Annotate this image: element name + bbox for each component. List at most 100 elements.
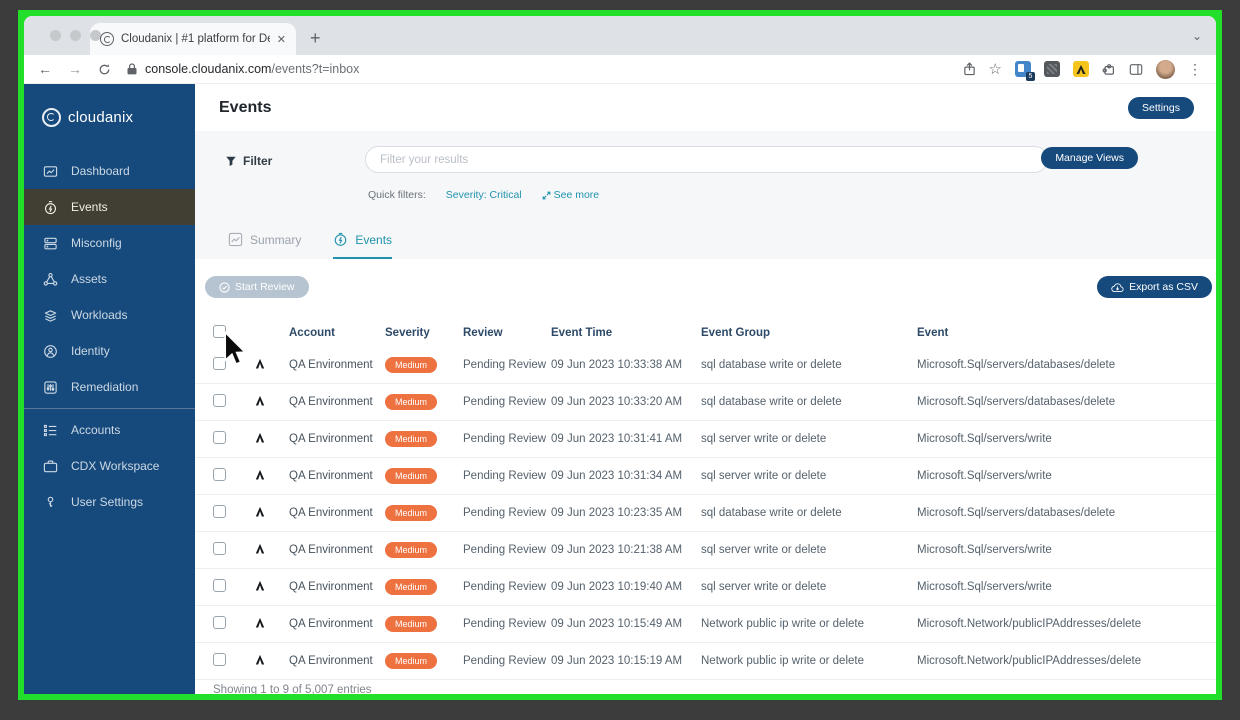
row-checkbox[interactable] <box>213 579 226 592</box>
severity-badge: Medium <box>385 616 438 632</box>
manage-views-button[interactable]: Manage Views <box>1041 147 1138 169</box>
extension-yellow-icon[interactable] <box>1073 61 1089 77</box>
review-status-cell: Pending Review <box>463 470 547 482</box>
cloudanix-logo-text: cloudanix <box>68 109 134 126</box>
table-row[interactable]: QA Environment Medium Pending Review 09 … <box>195 347 1216 384</box>
back-button[interactable]: ← <box>38 62 52 76</box>
export-csv-button[interactable]: Export as CSV <box>1097 276 1212 298</box>
remediation-icon <box>44 380 57 394</box>
extension-blue-icon[interactable]: 5 <box>1015 61 1035 81</box>
row-checkbox[interactable] <box>213 505 226 518</box>
new-tab-button[interactable]: + <box>310 28 321 49</box>
table-row[interactable]: QA Environment Medium Pending Review 09 … <box>195 532 1216 569</box>
table-row[interactable]: QA Environment Medium Pending Review 09 … <box>195 458 1216 495</box>
sidebar-item-accounts[interactable]: Accounts <box>24 412 195 448</box>
close-tab-icon[interactable]: ✕ <box>277 33 286 46</box>
event-cell: Microsoft.Sql/servers/databases/delete <box>917 396 1116 408</box>
account-cell: QA Environment <box>289 433 373 445</box>
row-checkbox[interactable] <box>213 357 226 370</box>
severity-badge: Medium <box>385 542 438 558</box>
sidebar-divider <box>24 408 195 409</box>
table-row[interactable]: QA Environment Medium Pending Review 09 … <box>195 606 1216 643</box>
url-text[interactable]: console.cloudanix.com/events?t=inbox <box>145 62 359 76</box>
filter-input[interactable] <box>365 146 1048 173</box>
side-panel-icon[interactable] <box>1129 63 1143 76</box>
row-checkbox[interactable] <box>213 653 226 666</box>
row-checkbox[interactable] <box>213 468 226 481</box>
table-row[interactable]: QA Environment Medium Pending Review 09 … <box>195 569 1216 606</box>
bookmark-star-icon[interactable]: ☆ <box>989 60 1002 78</box>
browser-tab[interactable]: Cloudanix | #1 platform for Dev... ✕ <box>90 23 296 55</box>
browser-url-bar: ← → console.cloudanix.com/events?t=inbox… <box>24 55 1216 84</box>
filter-label: Filter <box>225 154 272 168</box>
window-close-button[interactable] <box>50 30 61 41</box>
table-row[interactable]: QA Environment Medium Pending Review 09 … <box>195 643 1216 680</box>
extensions-puzzle-icon[interactable] <box>1102 62 1116 76</box>
event-group-cell: sql database write or delete <box>701 507 842 519</box>
window-minimize-button[interactable] <box>70 30 81 41</box>
events-bolt-icon <box>335 232 347 246</box>
share-icon[interactable] <box>963 62 976 76</box>
review-status-cell: Pending Review <box>463 581 547 593</box>
azure-icon <box>255 469 265 480</box>
row-checkbox[interactable] <box>213 431 226 444</box>
select-all-checkbox[interactable] <box>213 325 226 338</box>
quick-filter-severity-critical[interactable]: Severity: Critical <box>446 189 522 201</box>
event-time-cell: 09 Jun 2023 10:19:40 AM <box>551 581 683 593</box>
review-status-cell: Pending Review <box>463 655 547 667</box>
severity-badge: Medium <box>385 468 438 484</box>
event-time-cell: 09 Jun 2023 10:15:49 AM <box>551 618 683 630</box>
sidebar-item-cdx-workspace[interactable]: CDX Workspace <box>24 448 195 484</box>
azure-icon <box>255 654 265 665</box>
sidebar-item-identity[interactable]: Identity <box>24 333 195 369</box>
table-body: QA Environment Medium Pending Review 09 … <box>195 347 1216 680</box>
row-checkbox[interactable] <box>213 616 226 629</box>
extension-dark-icon[interactable] <box>1044 61 1060 77</box>
event-cell: Microsoft.Sql/servers/write <box>917 544 1052 556</box>
tab-title: Cloudanix | #1 platform for Dev... <box>121 33 270 45</box>
accounts-icon <box>43 424 57 436</box>
sidebar-item-user-settings[interactable]: User Settings <box>24 484 195 520</box>
extension-badge: 5 <box>1026 72 1035 81</box>
start-review-button[interactable]: Start Review <box>205 276 309 298</box>
account-cell: QA Environment <box>289 507 373 519</box>
misconfig-icon <box>44 237 57 249</box>
row-checkbox[interactable] <box>213 542 226 555</box>
filter-funnel-icon <box>226 156 236 166</box>
browser-menu-icon[interactable]: ⋮ <box>1188 61 1202 78</box>
table-row[interactable]: QA Environment Medium Pending Review 09 … <box>195 384 1216 421</box>
sidebar-item-workloads[interactable]: Workloads <box>24 297 195 333</box>
reload-button[interactable] <box>98 63 111 76</box>
event-group-cell: sql server write or delete <box>701 433 827 445</box>
profile-avatar[interactable] <box>1156 59 1175 79</box>
sidebar-item-events[interactable]: Events <box>24 189 195 225</box>
forward-button[interactable]: → <box>68 62 82 76</box>
event-group-cell: sql server write or delete <box>701 470 827 482</box>
sidebar-item-dashboard[interactable]: Dashboard <box>24 153 195 189</box>
lock-icon <box>127 63 137 75</box>
review-status-cell: Pending Review <box>463 544 547 556</box>
check-circle-icon <box>219 281 230 293</box>
row-checkbox[interactable] <box>213 394 226 407</box>
table-row[interactable]: QA Environment Medium Pending Review 09 … <box>195 495 1216 532</box>
see-more-link[interactable]: See more <box>542 189 599 201</box>
event-time-cell: 09 Jun 2023 10:31:34 AM <box>551 470 683 482</box>
tab-summary[interactable]: Summary <box>228 232 301 259</box>
sidebar-item-remediation[interactable]: Remediation <box>24 369 195 405</box>
tab-search-chevron-icon[interactable]: ⌄ <box>1192 29 1202 43</box>
account-cell: QA Environment <box>289 470 373 482</box>
events-icon <box>44 200 57 214</box>
page-title: Events <box>219 99 272 116</box>
azure-icon <box>255 506 265 517</box>
sidebar-item-misconfig[interactable]: Misconfig <box>24 225 195 261</box>
table-row[interactable]: QA Environment Medium Pending Review 09 … <box>195 421 1216 458</box>
event-time-cell: 09 Jun 2023 10:31:41 AM <box>551 433 683 445</box>
sidebar-item-assets[interactable]: Assets <box>24 261 195 297</box>
azure-icon <box>255 617 265 628</box>
event-time-cell: 09 Jun 2023 10:23:35 AM <box>551 507 683 519</box>
tab-events[interactable]: Events <box>333 232 393 259</box>
settings-button[interactable]: Settings <box>1128 97 1194 119</box>
event-cell: Microsoft.Network/publicIPAddresses/dele… <box>917 618 1142 630</box>
cloudanix-logo: cloudanix <box>24 84 195 127</box>
browser-tab-bar: Cloudanix | #1 platform for Dev... ✕ + ⌄ <box>24 16 1216 55</box>
